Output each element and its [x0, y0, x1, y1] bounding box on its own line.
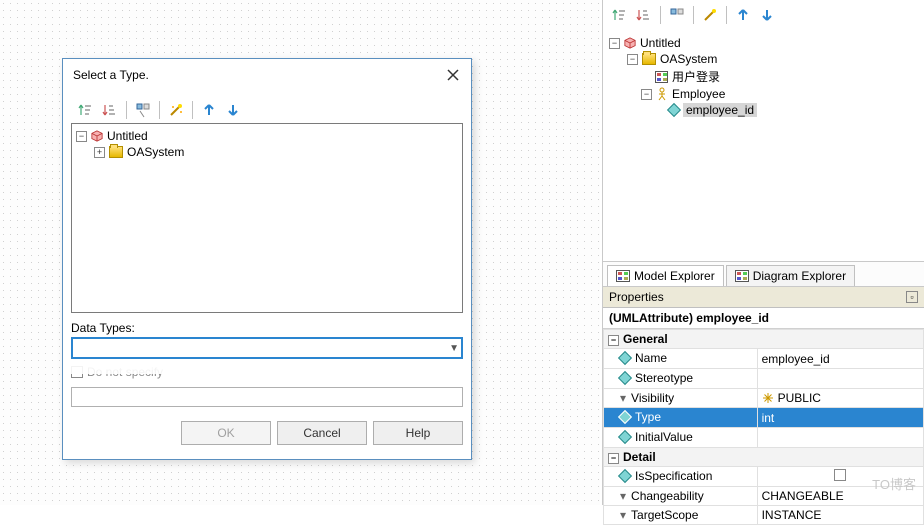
- do-not-specify-checkbox[interactable]: Do not specify: [71, 365, 463, 379]
- tree-node-pkg[interactable]: − OASystem: [607, 51, 920, 67]
- model-explorer-tree[interactable]: − Untitled − OASystem 用户登录 − Employee em…: [603, 31, 924, 261]
- prop-row-changeability[interactable]: ▾Changeability CHANGEABLE: [604, 487, 924, 506]
- filter-icon[interactable]: [132, 99, 154, 121]
- explorer-tabs: Model Explorer Diagram Explorer: [603, 261, 924, 287]
- explorer-toolbar: [603, 0, 924, 31]
- tree-label: employee_id: [683, 103, 757, 117]
- type-tree[interactable]: − Untitled + OASystem: [71, 123, 463, 313]
- prop-row-type[interactable]: Type int: [604, 408, 924, 428]
- tree-label: Untitled: [640, 36, 681, 50]
- wand-icon[interactable]: [699, 4, 721, 26]
- prop-row-stereotype[interactable]: Stereotype: [604, 369, 924, 389]
- dialog-title: Select a Type.: [73, 68, 149, 82]
- up-arrow-icon[interactable]: [198, 99, 220, 121]
- down-arrow-icon[interactable]: [756, 4, 778, 26]
- cancel-button[interactable]: Cancel: [277, 421, 367, 445]
- collapse-icon[interactable]: −: [641, 89, 652, 100]
- sort-desc-icon[interactable]: [99, 99, 121, 121]
- diagram-icon: [655, 71, 668, 83]
- tab-model-explorer[interactable]: Model Explorer: [607, 265, 724, 286]
- pin-icon[interactable]: ▫: [906, 291, 918, 303]
- sort-asc-icon[interactable]: [75, 99, 97, 121]
- prop-row-isspec[interactable]: IsSpecification: [604, 467, 924, 487]
- checkbox[interactable]: [834, 469, 846, 481]
- help-button[interactable]: Help: [373, 421, 463, 445]
- prop-row-targetscope[interactable]: ▾TargetScope INSTANCE: [604, 506, 924, 525]
- properties-header: Properties ▫: [603, 287, 924, 308]
- tree-node-root[interactable]: − Untitled: [607, 35, 920, 51]
- collapse-icon[interactable]: −: [76, 131, 87, 142]
- sort-asc-icon[interactable]: [609, 4, 631, 26]
- data-types-label: Data Types:: [71, 321, 463, 335]
- properties-grid: −General Name employee_id Stereotype ▾Vi…: [603, 329, 924, 525]
- properties-title: (UMLAttribute) employee_id: [603, 308, 924, 329]
- package-icon: [109, 146, 123, 158]
- tree-label: Untitled: [107, 129, 148, 143]
- package-icon: [642, 53, 656, 65]
- prop-row-initial[interactable]: InitialValue: [604, 428, 924, 448]
- up-arrow-icon[interactable]: [732, 4, 754, 26]
- tree-node-root[interactable]: − Untitled: [74, 128, 460, 144]
- ok-button[interactable]: OK: [181, 421, 271, 445]
- tree-node-diagram[interactable]: 用户登录: [607, 67, 920, 86]
- tree-node-attr[interactable]: employee_id: [607, 102, 920, 118]
- prop-group-detail[interactable]: −Detail: [604, 448, 924, 467]
- model-icon: [624, 37, 636, 49]
- prop-row-name[interactable]: Name employee_id: [604, 349, 924, 369]
- collapse-icon[interactable]: −: [609, 38, 620, 49]
- tree-node-actor[interactable]: − Employee: [607, 86, 920, 102]
- down-arrow-icon[interactable]: [222, 99, 244, 121]
- wand-icon[interactable]: [165, 99, 187, 121]
- prop-row-visibility[interactable]: ▾Visibility PUBLIC: [604, 389, 924, 408]
- path-display: [71, 387, 463, 407]
- prop-group-general[interactable]: −General: [604, 330, 924, 349]
- collapse-icon[interactable]: −: [627, 54, 638, 65]
- select-type-dialog: Select a Type. − Untitled +: [62, 58, 472, 460]
- tree-label: Employee: [672, 87, 725, 101]
- sort-desc-icon[interactable]: [633, 4, 655, 26]
- dialog-toolbar: [71, 97, 463, 123]
- tree-label: OASystem: [660, 52, 717, 66]
- tree-node-pkg[interactable]: + OASystem: [74, 144, 460, 160]
- expand-icon[interactable]: +: [94, 147, 105, 158]
- attribute-icon: [667, 103, 681, 117]
- close-icon[interactable]: [445, 67, 461, 83]
- tab-diagram-explorer[interactable]: Diagram Explorer: [726, 265, 855, 286]
- actor-icon: [656, 87, 668, 101]
- tree-label: 用户登录: [672, 68, 720, 85]
- chevron-down-icon: ▼: [449, 343, 459, 354]
- tab-icon: [735, 270, 749, 282]
- tab-icon: [616, 270, 630, 282]
- public-icon: [762, 392, 774, 404]
- filter-icon[interactable]: [666, 4, 688, 26]
- model-icon: [91, 130, 103, 142]
- data-types-combo[interactable]: ▼: [71, 337, 463, 359]
- right-panel: − Untitled − OASystem 用户登录 − Employee em…: [602, 0, 924, 505]
- tree-label: OASystem: [127, 145, 184, 159]
